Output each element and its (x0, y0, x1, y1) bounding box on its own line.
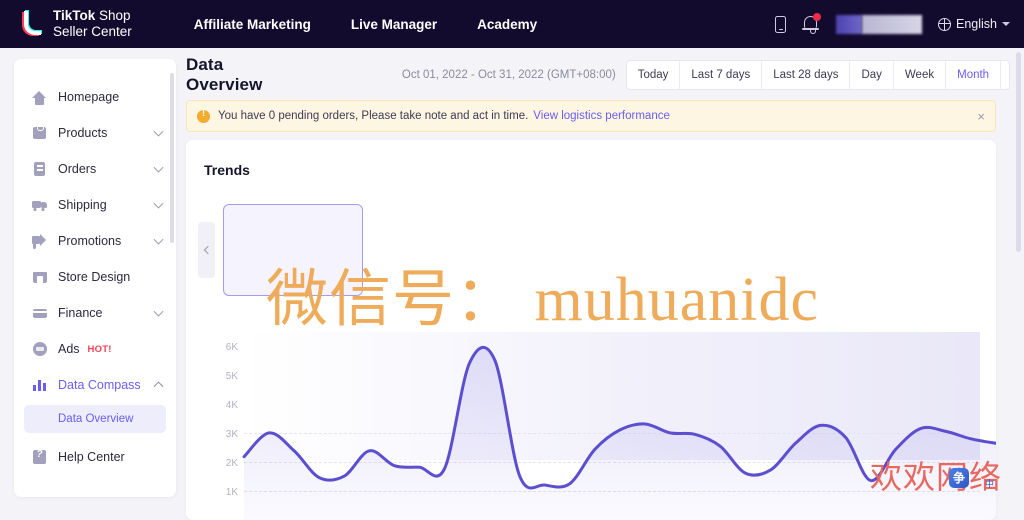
chevron-up-icon (154, 381, 164, 391)
trends-title: Trends (204, 162, 250, 178)
ads-icon (32, 342, 47, 357)
truck-icon (32, 198, 47, 213)
tiktok-note-icon (20, 10, 46, 38)
notification-bell-icon[interactable] (802, 14, 820, 34)
sidebar-item-label: Promotions (58, 234, 121, 248)
sidebar-subitem-label: Data Overview (58, 413, 133, 425)
range-button-last-28-days[interactable]: Last 28 days (762, 61, 850, 89)
card-icon (32, 306, 47, 321)
carousel-prev-button[interactable] (198, 222, 215, 278)
sidebar-item-help-center[interactable]: Help Center (14, 439, 176, 475)
brand-shop: Shop (95, 8, 130, 23)
chevron-down-icon (154, 163, 164, 173)
sidebar-item-promotions[interactable]: Promotions (14, 223, 176, 259)
chevron-down-icon (154, 199, 164, 209)
sidebar-item-label: Ads (58, 342, 80, 356)
sidebar-item-label: Finance (58, 306, 102, 320)
chevron-left-icon (203, 246, 211, 254)
home-icon (32, 90, 47, 105)
sidebar-item-label: Homepage (58, 90, 119, 104)
range-button-day[interactable]: Day (850, 61, 893, 89)
hot-badge: HOT! (88, 344, 112, 355)
sidebar-item-data-overview[interactable]: Data Overview (24, 405, 166, 433)
language-selector[interactable]: English (938, 17, 1010, 31)
document-icon (32, 162, 47, 177)
sidebar-item-shipping[interactable]: Shipping (14, 187, 176, 223)
sidebar-item-ads[interactable]: Ads HOT! (14, 331, 176, 367)
notification-badge (813, 13, 821, 21)
watermark-badge-icon: 争 (949, 468, 969, 488)
sidebar-item-label: Shipping (58, 198, 107, 212)
view-logistics-performance-link[interactable]: View logistics performance (533, 110, 670, 122)
sidebar-item-products[interactable]: Products (14, 115, 176, 151)
range-button-week[interactable]: Week (894, 61, 946, 89)
watermark-badge-sub: 中 (985, 477, 994, 490)
chevron-down-icon (154, 127, 164, 137)
nav-affiliate-marketing[interactable]: Affiliate Marketing (194, 17, 311, 32)
header-right-tools: English (775, 0, 1010, 48)
storefront-icon (32, 270, 47, 285)
range-button-custom[interactable]: Custom (1001, 61, 1010, 89)
nav-academy[interactable]: Academy (477, 17, 537, 32)
range-button-last-7-days[interactable]: Last 7 days (680, 61, 762, 89)
range-button-today[interactable]: Today (627, 61, 681, 89)
watermark-site-name: 欢欢网络 (870, 452, 1002, 498)
sidebar-item-orders[interactable]: Orders (14, 151, 176, 187)
sidebar-item-data-compass[interactable]: Data Compass (14, 367, 176, 403)
chevron-down-icon (154, 307, 164, 317)
brand-seller-center: Seller Center (53, 24, 132, 40)
globe-icon (938, 18, 951, 31)
warning-icon (197, 110, 210, 123)
sidebar-item-label: Store Design (58, 270, 130, 284)
watermark-wechat-id: 微信号： muhuanidc (266, 248, 819, 338)
close-icon[interactable]: × (977, 110, 985, 123)
sidebar-item-label: Orders (58, 162, 96, 176)
date-range-label: Oct 01, 2022 - Oct 31, 2022 (GMT+08:00) (402, 69, 616, 81)
sidebar: Homepage Products Orders Shipping Promot… (14, 59, 176, 497)
brand-tiktok: TikTok (53, 8, 95, 23)
sidebar-item-homepage[interactable]: Homepage (14, 79, 176, 115)
chevron-down-icon (1002, 22, 1010, 26)
range-button-month[interactable]: Month (946, 61, 1001, 89)
sidebar-item-label: Products (58, 126, 107, 140)
language-label: English (956, 17, 997, 31)
help-icon (32, 450, 47, 465)
brand-text: TikTok Shop Seller Center (53, 8, 132, 40)
box-icon (32, 126, 47, 141)
main-scrollbar[interactable] (1016, 52, 1021, 252)
sidebar-item-store-design[interactable]: Store Design (14, 259, 176, 295)
top-header-bar: TikTok Shop Seller Center Affiliate Mark… (0, 0, 1024, 48)
page-title: Data Overview (186, 55, 290, 95)
megaphone-icon (32, 234, 47, 249)
nav-live-manager[interactable]: Live Manager (351, 17, 437, 32)
bar-chart-icon (32, 378, 47, 393)
page-header: Data Overview Oct 01, 2022 - Oct 31, 202… (186, 57, 1010, 93)
pending-orders-alert: You have 0 pending orders, Please take n… (186, 100, 996, 132)
user-account-area[interactable] (836, 15, 922, 34)
alert-text: You have 0 pending orders, Please take n… (218, 110, 528, 122)
sidebar-scrollbar[interactable] (170, 73, 174, 243)
sidebar-item-label: Help Center (58, 450, 125, 464)
brand-logo[interactable]: TikTok Shop Seller Center (20, 8, 132, 40)
top-navigation: Affiliate Marketing Live Manager Academy (194, 17, 537, 32)
sidebar-item-label: Data Compass (58, 378, 141, 392)
date-range-segmented-control: Today Last 7 days Last 28 days Day Week … (626, 60, 1010, 90)
sidebar-item-finance[interactable]: Finance (14, 295, 176, 331)
chevron-down-icon (154, 235, 164, 245)
mobile-phone-icon[interactable] (775, 16, 786, 33)
